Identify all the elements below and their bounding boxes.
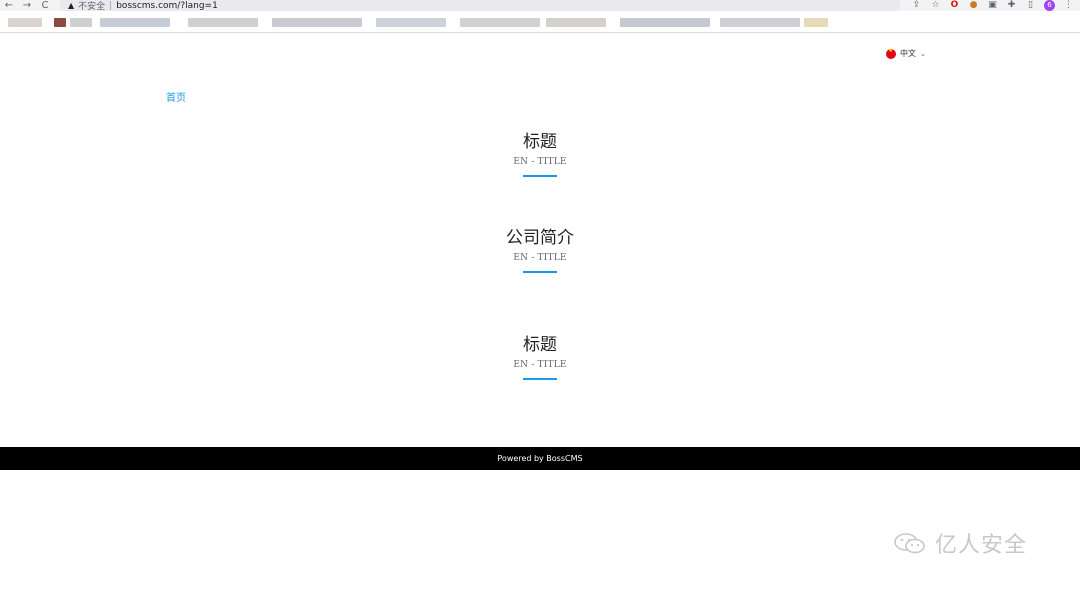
star-icon[interactable]: ☆ bbox=[930, 0, 941, 11]
watermark: 亿人安全 bbox=[893, 527, 1027, 559]
bookmark-item[interactable] bbox=[100, 18, 170, 27]
bookmark-item[interactable] bbox=[272, 18, 362, 27]
extension-icon[interactable]: ● bbox=[968, 0, 979, 11]
bookmark-item[interactable] bbox=[376, 18, 446, 27]
reload-icon[interactable]: C bbox=[36, 0, 54, 11]
china-flag-icon bbox=[886, 47, 896, 59]
site-footer: Powered by BossCMS bbox=[0, 447, 1080, 470]
bookmark-item[interactable] bbox=[804, 18, 828, 27]
section-subtitle: EN - TITLE bbox=[513, 253, 567, 263]
section-divider bbox=[523, 271, 557, 273]
back-arrow-icon[interactable]: ← bbox=[0, 0, 18, 11]
language-label: 中文 bbox=[900, 49, 916, 58]
section-divider bbox=[523, 378, 557, 380]
page-content: 中文 ⌄ 首页 标题 EN - TITLE 公司简介 EN - TITLE 标题… bbox=[0, 33, 1080, 591]
browser-actions: ⇪ ☆ O ● ▣ ✚ ▯ 6 ⋮ bbox=[911, 0, 1074, 11]
warning-icon[interactable]: ▲ bbox=[68, 1, 74, 10]
url-separator: | bbox=[109, 0, 113, 11]
bookmarks-bar bbox=[0, 11, 1080, 33]
bookmark-item[interactable] bbox=[720, 18, 800, 27]
breadcrumb-home-link[interactable]: 首页 bbox=[166, 89, 186, 104]
puzzle-icon[interactable]: ✚ bbox=[1006, 0, 1017, 11]
menu-icon[interactable]: ⋮ bbox=[1063, 0, 1074, 11]
section-subtitle: EN - TITLE bbox=[513, 157, 567, 167]
powered-by-text: Powered by BossCMS bbox=[497, 454, 583, 463]
section-title: 标题 bbox=[523, 335, 557, 355]
wechat-icon bbox=[894, 533, 925, 554]
forward-arrow-icon[interactable]: → bbox=[18, 0, 36, 11]
section-block: 标题 EN - TITLE bbox=[340, 335, 740, 380]
bookmark-item[interactable] bbox=[546, 18, 606, 27]
sidebar-icon[interactable]: ▯ bbox=[1025, 0, 1036, 11]
chevron-down-icon: ⌄ bbox=[920, 49, 926, 58]
address-bar[interactable]: ▲ 不安全 | bosscms.com/?lang=1 bbox=[60, 0, 900, 12]
watermark-text: 亿人安全 bbox=[935, 533, 1028, 558]
browser-toolbar: ← → C ▲ 不安全 | bosscms.com/?lang=1 ⇪ ☆ O … bbox=[0, 0, 1080, 12]
section-title: 标题 bbox=[523, 132, 557, 152]
bookmark-item[interactable] bbox=[8, 18, 42, 27]
url-text[interactable]: bosscms.com/?lang=1 bbox=[116, 1, 218, 11]
bookmark-item[interactable] bbox=[620, 18, 710, 27]
bookmark-item[interactable] bbox=[188, 18, 258, 27]
camera-extension-icon[interactable]: ▣ bbox=[987, 0, 998, 11]
section-block: 公司简介 EN - TITLE bbox=[340, 228, 740, 273]
section-subtitle: EN - TITLE bbox=[513, 360, 567, 370]
share-icon[interactable]: ⇪ bbox=[911, 0, 922, 11]
language-selector[interactable]: 中文 ⌄ bbox=[886, 47, 926, 59]
bookmark-item[interactable] bbox=[70, 18, 92, 27]
profile-avatar[interactable]: 6 bbox=[1044, 0, 1055, 11]
section-block: 标题 EN - TITLE bbox=[340, 132, 740, 177]
bookmark-item[interactable] bbox=[460, 18, 540, 27]
section-title: 公司简介 bbox=[506, 228, 574, 248]
opera-icon[interactable]: O bbox=[949, 0, 960, 11]
bookmark-item[interactable] bbox=[54, 18, 66, 27]
section-divider bbox=[523, 175, 557, 177]
